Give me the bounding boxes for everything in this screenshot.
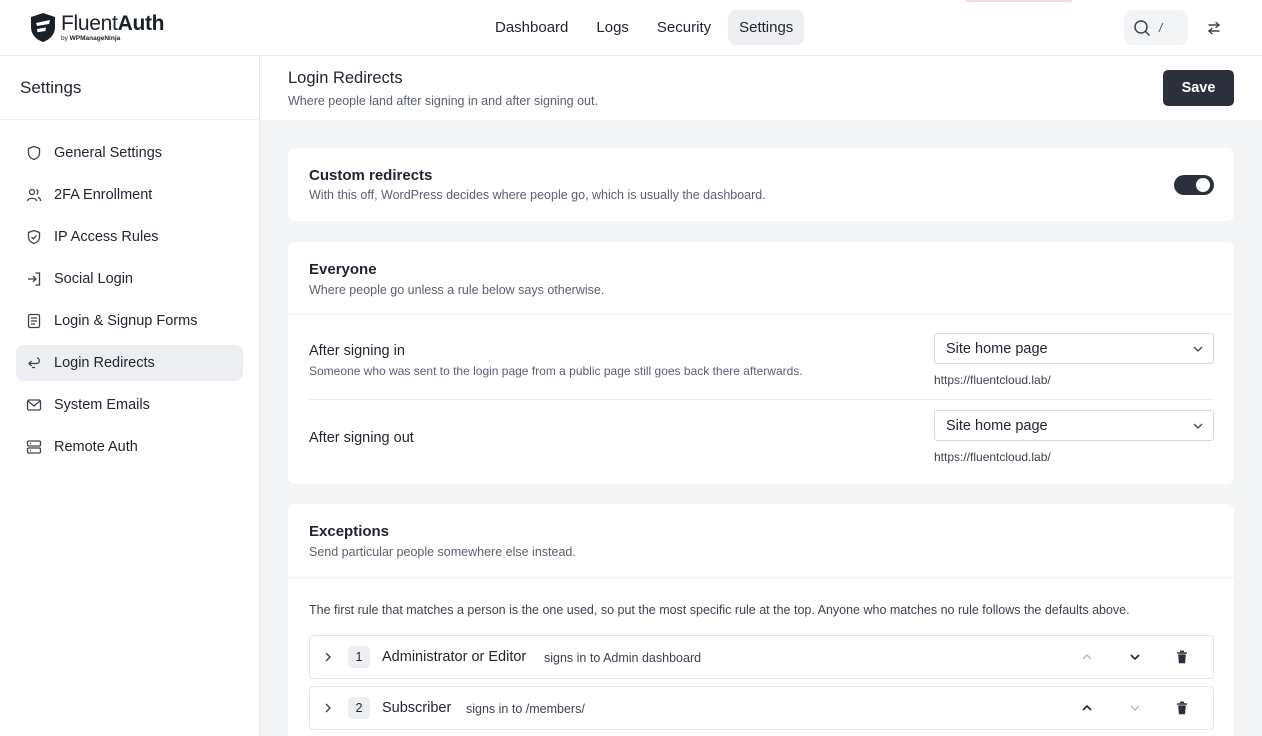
move-up-icon[interactable] — [1079, 700, 1095, 716]
chevron-down-icon — [1193, 346, 1203, 352]
after-signin-url: https://fluentcloud.lab/ — [934, 373, 1051, 387]
page-title: Login Redirects — [288, 69, 403, 87]
after-signout-url: https://fluentcloud.lab/ — [934, 450, 1051, 464]
rule-role: Subscriber — [382, 700, 452, 716]
rule-number: 2 — [348, 697, 370, 719]
move-down-icon[interactable] — [1127, 700, 1143, 716]
exceptions-card: Exceptions Send particular people somewh… — [288, 504, 1234, 736]
sidebar-item-system-emails[interactable]: System Emails — [16, 387, 243, 423]
after-signin-value: Site home page — [946, 340, 1048, 357]
move-down-icon[interactable] — [1127, 649, 1143, 665]
sidebar-item-ip-access-rules[interactable]: IP Access Rules — [16, 219, 243, 255]
after-signout-value: Site home page — [946, 417, 1048, 434]
rule-description: signs in to Admin dashboard — [544, 651, 702, 665]
sidebar-item-label: 2FA Enrollment — [54, 187, 153, 203]
exceptions-note: The first rule that matches a person is … — [309, 603, 1130, 617]
trash-icon[interactable] — [1174, 649, 1190, 665]
redirect-icon — [28, 357, 40, 369]
toggle-knob — [1196, 178, 1210, 192]
sidebar-item-label: Social Login — [54, 271, 133, 287]
sidebar-item-label: General Settings — [54, 145, 163, 161]
sidebar-title: Settings — [20, 78, 82, 97]
server-icon — [26, 440, 42, 454]
after-signout-select[interactable]: Site home page — [934, 410, 1214, 441]
sidebar-list: General Settings 2FA Enrollment IP Acces… — [16, 135, 243, 471]
switch-arrows-icon[interactable] — [1204, 18, 1224, 38]
sidebar-item-label: System Emails — [54, 397, 150, 413]
sidebar-item-label: Login Redirects — [54, 355, 155, 371]
top-accent-bar — [966, 0, 1072, 2]
chevron-down-icon — [1193, 423, 1203, 429]
sidebar-item-2fa-enrollment[interactable]: 2FA Enrollment — [16, 177, 243, 213]
everyone-card: Everyone Where people go unless a rule b… — [288, 242, 1234, 484]
search-icon — [1134, 19, 1151, 36]
exception-rule[interactable]: 2 Subscriber signs in to /members/ — [309, 686, 1214, 730]
after-signin-select[interactable]: Site home page — [934, 333, 1214, 364]
tab-security[interactable]: Security — [646, 10, 722, 45]
sidebar-item-login-redirects[interactable]: Login Redirects — [16, 345, 243, 381]
mail-icon — [26, 399, 42, 411]
move-up-icon[interactable] — [1079, 649, 1095, 665]
card-divider — [288, 314, 1234, 315]
page-header: Login Redirects Where people land after … — [260, 56, 1262, 120]
exceptions-subtitle: Send particular people somewhere else in… — [309, 545, 576, 559]
exception-rule[interactable]: 1 Administrator or Editor signs in to Ad… — [309, 635, 1214, 679]
settings-sidebar: Settings General Settings 2FA Enrollment… — [0, 56, 260, 736]
everyone-title: Everyone — [309, 261, 377, 278]
sidebar-item-login-signup-forms[interactable]: Login & Signup Forms — [16, 303, 243, 339]
tab-settings[interactable]: Settings — [728, 10, 805, 45]
form-icon — [27, 313, 41, 329]
rule-number: 1 — [348, 646, 370, 668]
sidebar-item-social-login[interactable]: Social Login — [16, 261, 243, 297]
main-nav: Dashboard Logs Security Settings — [484, 10, 805, 45]
custom-redirects-toggle[interactable] — [1174, 175, 1214, 195]
sidebar-item-label: Login & Signup Forms — [54, 313, 198, 329]
card-divider — [288, 577, 1234, 578]
search-shortcut: / — [1159, 20, 1163, 35]
exceptions-title: Exceptions — [309, 523, 390, 540]
top-bar: FluentAuth by WPManageNinja Dashboard Lo… — [0, 0, 1262, 56]
shield-icon — [27, 145, 41, 161]
brand-byline: by WPManageNinja — [61, 34, 121, 42]
chevron-right-icon[interactable] — [321, 650, 335, 664]
row-divider — [309, 399, 1214, 400]
sidebar-item-label: IP Access Rules — [54, 229, 159, 245]
brand-logo[interactable]: FluentAuth by WPManageNinja — [29, 11, 165, 43]
users-icon — [26, 188, 42, 202]
rule-role: Administrator or Editor — [382, 649, 527, 665]
trash-icon[interactable] — [1174, 700, 1190, 716]
rule-description: signs in to /members/ — [466, 702, 585, 716]
search-button[interactable]: / — [1124, 10, 1188, 45]
sidebar-item-general-settings[interactable]: General Settings — [16, 135, 243, 171]
tab-dashboard[interactable]: Dashboard — [484, 10, 579, 45]
custom-redirects-subtitle: With this off, WordPress decides where p… — [309, 188, 766, 202]
after-signin-label: After signing in — [309, 343, 405, 359]
page-subtitle: Where people land after signing in and a… — [288, 94, 598, 108]
custom-redirects-title: Custom redirects — [309, 167, 433, 184]
chevron-right-icon[interactable] — [321, 701, 335, 715]
custom-redirects-card: Custom redirects With this off, WordPres… — [288, 148, 1234, 221]
tab-logs[interactable]: Logs — [585, 10, 640, 45]
save-button[interactable]: Save — [1163, 70, 1234, 106]
after-signin-help: Someone who was sent to the login page f… — [309, 364, 803, 378]
sidebar-item-remote-auth[interactable]: Remote Auth — [16, 429, 243, 465]
sidebar-item-label: Remote Auth — [54, 439, 138, 455]
sidebar-divider — [0, 119, 259, 120]
after-signout-label: After signing out — [309, 430, 414, 446]
login-arrow-icon — [28, 272, 41, 286]
shield-check-icon — [27, 229, 41, 245]
everyone-subtitle: Where people go unless a rule below says… — [309, 283, 605, 297]
brand-name: FluentAuth — [61, 11, 165, 35]
fluentauth-logo-icon — [31, 13, 55, 42]
